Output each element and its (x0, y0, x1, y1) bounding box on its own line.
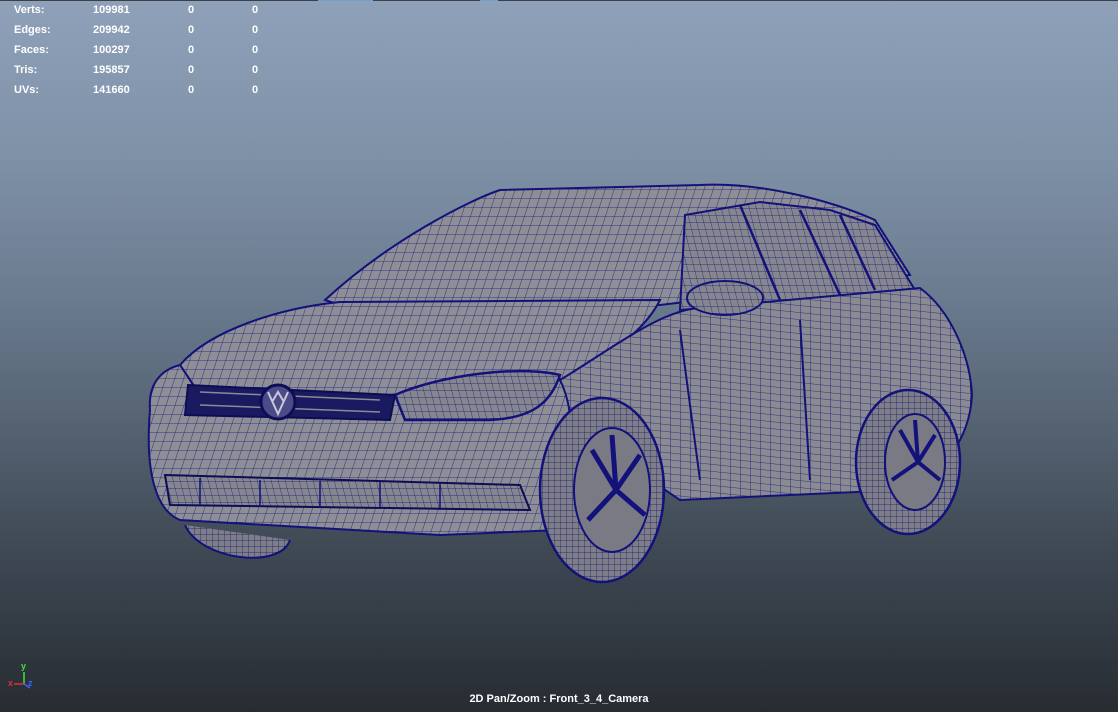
hud-label: Tris: (14, 64, 38, 76)
z-axis-label: z (28, 678, 33, 688)
3d-viewport[interactable]: Verts: 109981 0 0 Edges: 209942 0 0 Face… (0, 0, 1118, 712)
hud-selected: 0 (188, 4, 195, 16)
hud-selected: 0 (188, 24, 195, 36)
x-axis-label: x (8, 678, 13, 688)
hud-label: UVs: (14, 84, 40, 96)
hud-total: 209942 (93, 24, 130, 36)
hud-label: Faces: (14, 44, 49, 56)
hud-total: 195857 (93, 64, 130, 76)
hud-uv: 0 (252, 24, 259, 36)
hud-label: Verts: (14, 4, 45, 16)
hud-total: 109981 (93, 4, 130, 16)
hud-total: 141660 (93, 84, 130, 96)
hud-label: Edges: (14, 24, 51, 36)
hud-uv: 0 (252, 64, 259, 76)
hud-total: 100297 (93, 44, 130, 56)
car-left-wheel (184, 524, 291, 559)
hud-selected: 0 (188, 44, 195, 56)
camera-name-label: 2D Pan/Zoom : Front_3_4_Camera (469, 693, 649, 705)
axis-gizmo: y x z (8, 661, 33, 689)
y-axis-label: y (21, 661, 26, 671)
toolbar-highlight (318, 0, 373, 1)
hud-uv: 0 (252, 44, 259, 56)
viewport-top-border (0, 0, 1118, 1)
hud-uv: 0 (252, 84, 259, 96)
hud-uv: 0 (252, 4, 259, 16)
hud-selected: 0 (188, 84, 195, 96)
car-mirror (686, 280, 764, 316)
hud-selected: 0 (188, 64, 195, 76)
toolbar-highlight (480, 0, 498, 1)
car-wireframe-model[interactable] (140, 180, 980, 590)
